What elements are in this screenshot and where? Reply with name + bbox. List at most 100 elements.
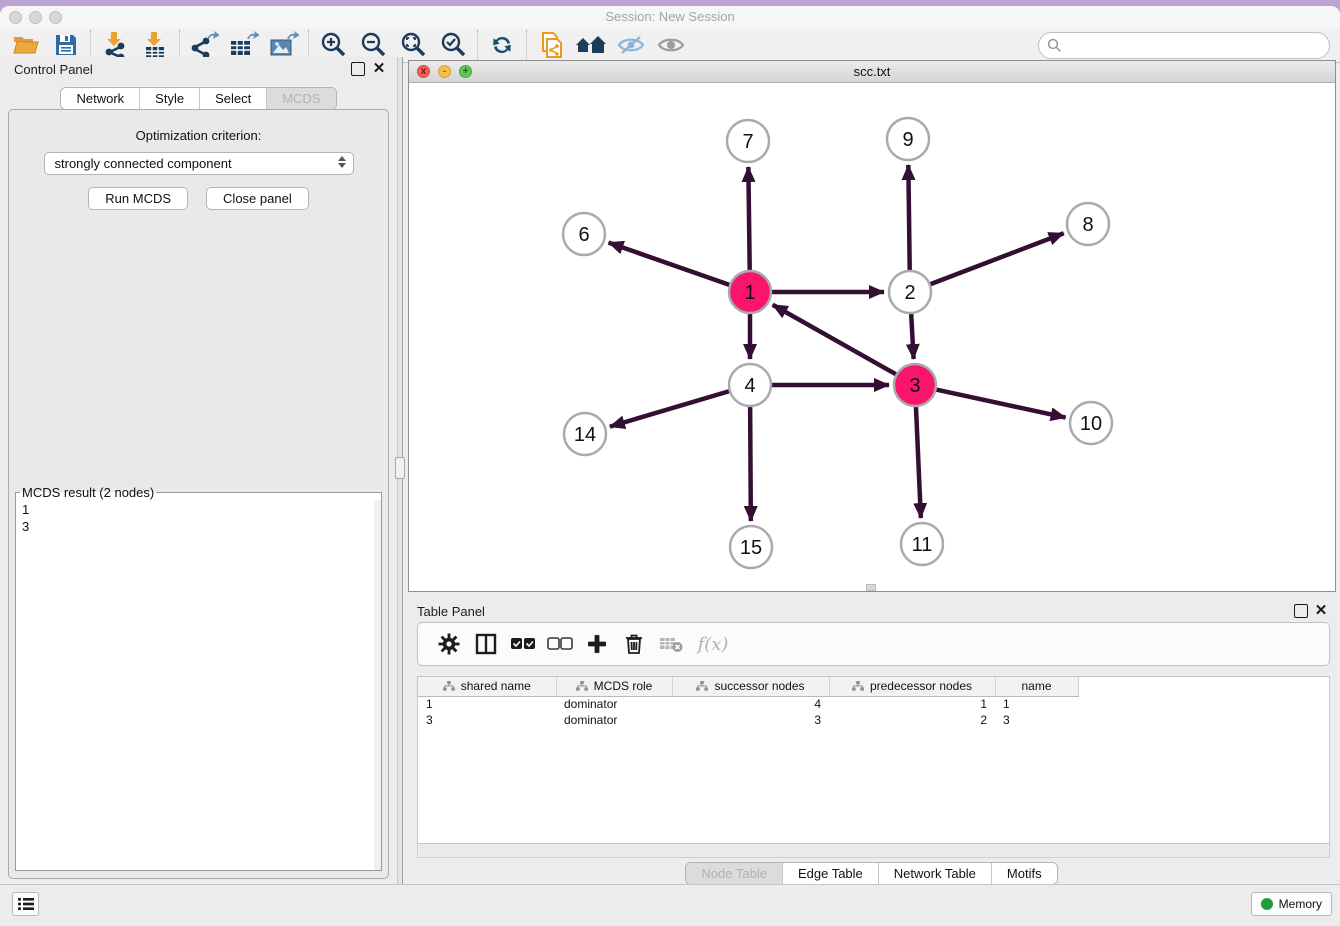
graph-node-label-3: 3	[909, 375, 920, 397]
zoom-selected-icon[interactable]	[433, 30, 473, 60]
network-window-titlebar[interactable]: x - + scc.txt	[409, 61, 1335, 83]
network-graph: 7968124314101511	[409, 83, 1335, 592]
graph-edge-1-6[interactable]	[609, 243, 731, 285]
graph-node-label-4: 4	[744, 375, 755, 397]
graph-node-label-14: 14	[574, 424, 596, 446]
add-column-icon[interactable]	[578, 629, 615, 659]
control-panel-tabs: Network Style Select MCDS	[60, 87, 336, 110]
zoom-out-icon[interactable]	[353, 30, 393, 60]
col-successor-nodes[interactable]: successor nodes	[672, 677, 829, 696]
tab-node-table[interactable]: Node Table	[686, 863, 782, 884]
select-stepper-icon	[338, 156, 346, 168]
graph-edge-3-1[interactable]	[773, 305, 897, 375]
hide-eye-icon[interactable]	[611, 30, 651, 60]
network-window: x - + scc.txt 7968124314101511	[408, 60, 1336, 592]
export-table-icon[interactable]	[224, 30, 264, 60]
toolbar-separator	[308, 30, 309, 60]
graph-edge-4-15[interactable]	[750, 406, 751, 521]
graph-node-label-11: 11	[912, 534, 933, 556]
graph-edge-2-9[interactable]	[908, 165, 909, 271]
window-title: Session: New Session	[0, 9, 1340, 24]
window-resize-grip[interactable]	[866, 584, 876, 591]
network-canvas[interactable]: 7968124314101511	[409, 83, 1335, 591]
tab-mcds[interactable]: MCDS	[266, 88, 335, 109]
graph-node-label-1: 1	[744, 282, 755, 304]
control-panel: Control Panel ✕ Network Style Select MCD…	[0, 57, 397, 884]
graph-node-label-8: 8	[1082, 214, 1093, 236]
titlebar: Session: New Session	[0, 6, 1340, 28]
delete-table-icon[interactable]	[652, 629, 689, 659]
list-icon	[18, 897, 34, 911]
tab-select[interactable]: Select	[199, 88, 266, 109]
criterion-select[interactable]: strongly connected component	[44, 152, 354, 175]
table-panel: Table Panel ✕	[403, 596, 1340, 884]
task-history-button[interactable]	[12, 892, 39, 916]
export-image-icon[interactable]	[264, 30, 304, 60]
memory-button[interactable]: Memory	[1251, 892, 1332, 916]
result-scrollbar[interactable]	[374, 500, 381, 870]
table-tabs: Node Table Edge Table Network Table Moti…	[685, 862, 1057, 885]
graph-node-label-15: 15	[740, 537, 762, 559]
close-panel-icon[interactable]: ✕	[372, 62, 386, 76]
run-mcds-button[interactable]: Run MCDS	[88, 187, 188, 210]
graph-edge-3-10[interactable]	[936, 389, 1066, 417]
graph-edge-2-8[interactable]	[930, 233, 1064, 284]
show-columns-icon[interactable]	[467, 629, 504, 659]
table-row[interactable]: 3 dominator 3 2 3	[418, 712, 1078, 728]
delete-column-icon[interactable]	[615, 629, 652, 659]
export-network-icon[interactable]	[184, 30, 224, 60]
refresh-icon[interactable]	[482, 30, 522, 60]
duplicate-network-icon[interactable]	[531, 30, 571, 60]
table-header-row: shared name MCDS role successor nodes pr…	[418, 677, 1078, 696]
col-shared-name[interactable]: shared name	[418, 677, 556, 696]
show-eye-icon[interactable]	[651, 30, 691, 60]
graph-edge-2-3[interactable]	[911, 313, 913, 359]
toolbar-separator	[179, 30, 180, 60]
table-hscrollbar[interactable]	[417, 844, 1330, 858]
graph-node-label-9: 9	[902, 129, 913, 151]
mcds-panel: Optimization criterion: strongly connect…	[8, 109, 389, 879]
col-name[interactable]: name	[995, 677, 1078, 696]
tab-network-table[interactable]: Network Table	[878, 863, 991, 884]
deselect-all-icon[interactable]	[541, 629, 578, 659]
graph-node-label-6: 6	[578, 224, 589, 246]
search-field	[1038, 32, 1330, 59]
import-network-icon[interactable]	[95, 30, 135, 60]
float-panel-icon[interactable]	[351, 62, 365, 76]
tab-motifs[interactable]: Motifs	[991, 863, 1057, 884]
col-predecessor-nodes[interactable]: predecessor nodes	[829, 677, 995, 696]
table-row[interactable]: 1 dominator 4 1 1	[418, 696, 1078, 712]
close-panel-button[interactable]: Close panel	[206, 187, 309, 210]
node-table: shared name MCDS role successor nodes pr…	[417, 676, 1330, 844]
graph-edge-1-7[interactable]	[748, 167, 749, 271]
graph-edge-3-11[interactable]	[916, 406, 921, 518]
graph-node-label-7: 7	[742, 131, 753, 153]
control-panel-title: Control Panel	[14, 62, 93, 77]
table-toolbar: f(x)	[417, 622, 1330, 666]
zoom-in-icon[interactable]	[313, 30, 353, 60]
mcds-result-text[interactable]: 1 3	[16, 500, 381, 870]
splitter-grip[interactable]	[395, 457, 405, 479]
import-table-icon[interactable]	[135, 30, 175, 60]
table-close-icon[interactable]: ✕	[1314, 604, 1328, 618]
home-views-icon[interactable]	[571, 30, 611, 60]
graph-edge-4-14[interactable]	[610, 391, 730, 427]
search-input[interactable]	[1038, 32, 1330, 59]
select-all-icon[interactable]	[504, 629, 541, 659]
open-folder-icon[interactable]	[6, 30, 46, 60]
tab-style[interactable]: Style	[139, 88, 199, 109]
save-icon[interactable]	[46, 30, 86, 60]
memory-status-icon	[1261, 898, 1273, 910]
status-bar: Memory	[0, 884, 1340, 920]
table-panel-title: Table Panel	[417, 604, 485, 619]
zoom-fit-icon[interactable]	[393, 30, 433, 60]
gear-icon[interactable]	[430, 629, 467, 659]
tab-edge-table[interactable]: Edge Table	[782, 863, 878, 884]
function-builder-icon[interactable]: f(x)	[689, 629, 737, 659]
col-mcds-role[interactable]: MCDS role	[556, 677, 672, 696]
screen: Session: New Session	[0, 0, 1340, 926]
toolbar-separator	[477, 30, 478, 60]
table-float-icon[interactable]	[1294, 604, 1308, 618]
tab-network[interactable]: Network	[61, 88, 139, 109]
network-window-title: scc.txt	[409, 64, 1335, 79]
